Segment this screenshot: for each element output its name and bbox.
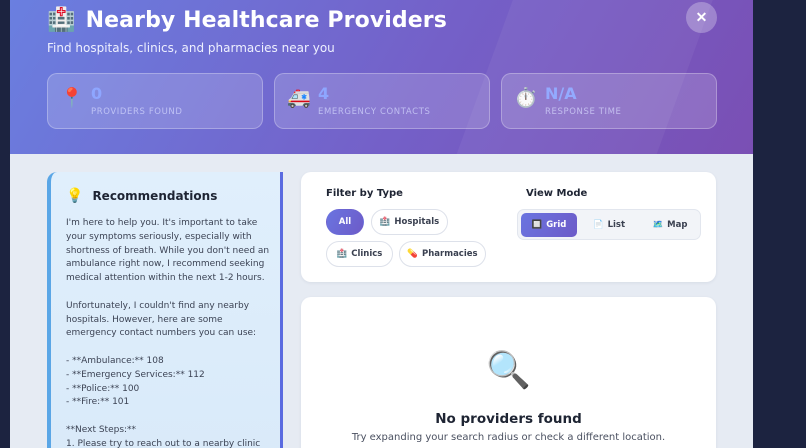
view-label: List — [607, 220, 626, 230]
empty-state-subtitle: Try expanding your search radius or chec… — [351, 432, 666, 443]
view-mode-toggle: 🔲 Grid 📄 List 🗺️ Map — [517, 209, 701, 240]
grid-icon: 🔲 — [531, 220, 543, 230]
stat-response-time: ⏱️ N/A RESPONSE TIME — [501, 73, 717, 129]
chip-label: Clinics — [351, 249, 383, 259]
chip-label: Hospitals — [394, 217, 440, 227]
hospital-icon: 🏥 — [379, 217, 391, 227]
view-grid-button[interactable]: 🔲 Grid — [521, 213, 577, 237]
stat-label: EMERGENCY CONTACTS — [318, 107, 431, 117]
recommendations-title: Recommendations — [92, 189, 218, 203]
filter-label: Filter by Type — [326, 188, 403, 199]
stat-value: N/A — [545, 84, 577, 103]
stat-label: RESPONSE TIME — [545, 107, 622, 117]
stopwatch-icon: ⏱️ — [514, 87, 538, 109]
filter-card: Filter by Type All 🏥 Hospitals 🏥 Clinics… — [301, 172, 716, 282]
view-map-button[interactable]: 🗺️ Map — [641, 213, 699, 237]
filter-chip-hospitals[interactable]: 🏥 Hospitals — [371, 209, 448, 235]
recommendations-header: 💡 Recommendations — [66, 189, 217, 203]
ambulance-icon: 🚑 — [287, 87, 311, 109]
chip-label: All — [338, 217, 352, 227]
results-card: 🔍 No providers found Try expanding your … — [301, 297, 716, 448]
clinic-icon: 🏥 — [336, 249, 348, 259]
close-button[interactable]: ✕ — [686, 2, 717, 33]
empty-state-title: No providers found — [435, 411, 582, 427]
view-label: Map — [667, 220, 688, 230]
pill-icon: 💊 — [407, 249, 418, 259]
map-icon: 🗺️ — [652, 220, 664, 230]
view-label: Grid — [546, 220, 567, 230]
filter-chip-pharmacies[interactable]: 💊 Pharmacies — [399, 241, 486, 267]
hospital-icon: 🏥 — [47, 6, 76, 33]
filter-chip-clinics[interactable]: 🏥 Clinics — [326, 241, 393, 267]
stat-providers-found: 📍 0 PROVIDERS FOUND — [47, 73, 263, 129]
magnifier-icon: 🔍 — [486, 350, 531, 391]
page-title: 🏥 Nearby Healthcare Providers — [47, 4, 447, 36]
stat-emergency-contacts: 🚑 4 EMERGENCY CONTACTS — [274, 73, 490, 129]
stat-value: 4 — [318, 84, 330, 103]
filter-chip-all[interactable]: All — [326, 209, 364, 235]
title-text: Nearby Healthcare Providers — [85, 7, 447, 33]
hero-header: 🏥 Nearby Healthcare Providers Find hospi… — [10, 0, 753, 154]
stat-value: 0 — [91, 84, 103, 103]
recommendations-text: I'm here to help you. It's important to … — [66, 218, 270, 448]
recommendations-panel[interactable]: 💡 Recommendations I'm here to help you. … — [47, 172, 283, 448]
pin-icon: 📍 — [60, 87, 84, 109]
view-mode-label: View Mode — [526, 188, 588, 199]
chip-label: Pharmacies — [422, 249, 478, 259]
view-list-button[interactable]: 📄 List — [580, 213, 638, 237]
providers-modal: 🏥 Nearby Healthcare Providers Find hospi… — [10, 0, 753, 448]
lightbulb-icon: 💡 — [66, 188, 84, 204]
stat-label: PROVIDERS FOUND — [91, 107, 183, 117]
page-subtitle: Find hospitals, clinics, and pharmacies … — [47, 41, 335, 55]
list-icon: 📄 — [592, 220, 604, 230]
